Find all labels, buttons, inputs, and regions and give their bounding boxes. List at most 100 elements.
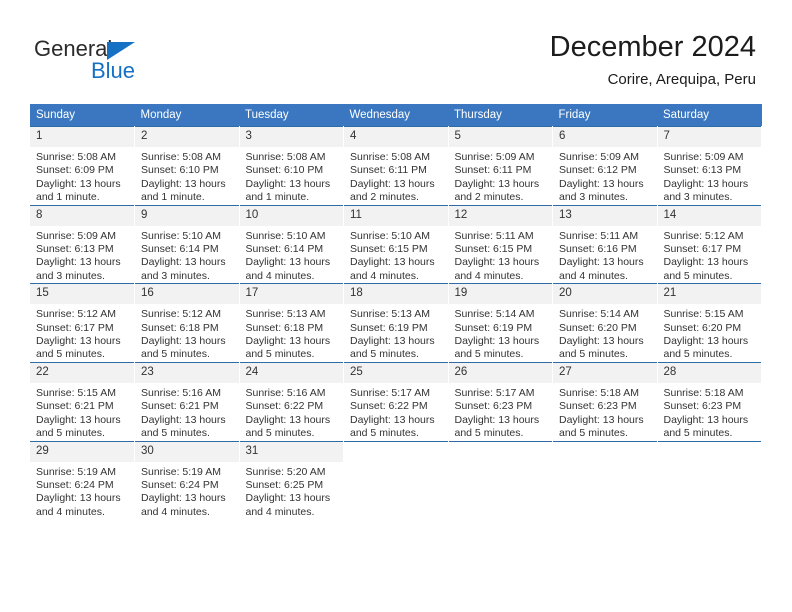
day-number: 8 xyxy=(30,205,134,226)
day-info: Sunrise: 5:14 AM Sunset: 6:20 PM Daylight:… xyxy=(553,304,657,362)
sunset-text: Sunset: 6:22 PM xyxy=(245,400,324,413)
day-info: Sunrise: 5:08 AM Sunset: 6:09 PM Daylight:… xyxy=(30,147,134,205)
day-cell[interactable]: 15 Sunrise: 5:12 AM Sunset: 6:17 PM Dayligh… xyxy=(30,283,135,363)
day-number: 7 xyxy=(657,127,761,147)
day-number: 26 xyxy=(448,362,552,383)
sunrise-text: Sunrise: 5:08 AM xyxy=(36,151,116,163)
page-title: December 2024 xyxy=(549,31,756,63)
day-info: Sunrise: 5:18 AM Sunset: 6:23 PM Daylight:… xyxy=(553,383,657,441)
day-cell[interactable]: 30 Sunrise: 5:19 AM Sunset: 6:24 PM Dayligh… xyxy=(134,440,240,520)
day-cell[interactable]: 11 Sunrise: 5:10 AM Sunset: 6:15 PM Dayligh… xyxy=(343,204,449,284)
day-cell[interactable]: 28 Sunrise: 5:18 AM Sunset: 6:23 PM Dayligh… xyxy=(657,361,762,441)
day-info: Sunrise: 5:15 AM Sunset: 6:20 PM Daylight:… xyxy=(658,304,762,362)
weekday-header-row: Sunday Monday Tuesday Wednesday Thursday… xyxy=(30,104,762,127)
day-number: 11 xyxy=(344,205,448,226)
day-cell[interactable]: 22 Sunrise: 5:15 AM Sunset: 6:21 PM Dayligh… xyxy=(30,361,135,441)
day-cell[interactable]: 20 Sunrise: 5:14 AM Sunset: 6:20 PM Dayligh… xyxy=(552,283,658,363)
sunrise-text: Sunrise: 5:15 AM xyxy=(663,308,744,321)
day-cell[interactable]: 13 Sunrise: 5:11 AM Sunset: 6:16 PM Dayligh… xyxy=(552,204,658,284)
sunrise-text: Sunrise: 5:20 AM xyxy=(245,465,326,478)
day-number: 6 xyxy=(553,127,657,147)
page-subtitle: Corire, Arequipa, Peru xyxy=(607,71,756,88)
day-info: Sunrise: 5:19 AM Sunset: 6:24 PM Daylight:… xyxy=(30,462,134,520)
daylight-text: Daylight: 13 hours and 5 minutes. xyxy=(663,413,749,440)
day-info: Sunrise: 5:11 AM Sunset: 6:15 PM Daylight:… xyxy=(449,226,553,284)
sunrise-text: Sunrise: 5:09 AM xyxy=(36,229,116,242)
sunset-text: Sunset: 6:18 PM xyxy=(141,321,219,334)
calendar-body: 1 Sunrise: 5:08 AM Sunset: 6:09 PM Daylight… xyxy=(30,126,762,520)
sunrise-text: Sunrise: 5:09 AM xyxy=(663,151,744,163)
sunset-text: Sunset: 6:09 PM xyxy=(36,164,114,177)
day-info: Sunrise: 5:09 AM Sunset: 6:13 PM Daylight:… xyxy=(658,147,762,205)
day-info: Sunrise: 5:10 AM Sunset: 6:14 PM Daylight:… xyxy=(240,226,344,284)
day-number xyxy=(553,441,657,462)
day-info: Sunrise: 5:09 AM Sunset: 6:12 PM Daylight:… xyxy=(553,147,657,205)
day-cell[interactable]: 31 Sunrise: 5:20 AM Sunset: 6:25 PM Dayligh… xyxy=(239,440,344,520)
weekday-header-monday: Monday xyxy=(134,104,239,127)
day-cell[interactable]: 9 Sunrise: 5:10 AM Sunset: 6:14 PM Daylight… xyxy=(134,204,240,284)
logo-text-blue: Blue xyxy=(91,58,136,83)
daylight-text: Daylight: 13 hours and 5 minutes. xyxy=(559,413,644,440)
sunrise-text: Sunrise: 5:19 AM xyxy=(141,465,221,478)
day-cell[interactable]: 16 Sunrise: 5:12 AM Sunset: 6:18 PM Dayligh… xyxy=(134,283,240,363)
day-cell[interactable]: 21 Sunrise: 5:15 AM Sunset: 6:20 PM Dayligh… xyxy=(657,283,762,363)
day-number: 1 xyxy=(30,127,134,147)
day-cell[interactable]: 23 Sunrise: 5:16 AM Sunset: 6:21 PM Dayligh… xyxy=(134,361,240,441)
daylight-text: Daylight: 13 hours and 4 minutes. xyxy=(559,256,644,282)
day-cell[interactable]: 29 Sunrise: 5:19 AM Sunset: 6:24 PM Dayligh… xyxy=(30,440,135,520)
day-number: 5 xyxy=(448,127,552,147)
daylight-text: Daylight: 13 hours and 5 minutes. xyxy=(36,335,121,361)
day-cell[interactable]: 19 Sunrise: 5:14 AM Sunset: 6:19 PM Dayligh… xyxy=(448,283,553,363)
sunrise-text: Sunrise: 5:17 AM xyxy=(454,386,535,399)
day-cell[interactable]: 4 Sunrise: 5:08 AM Sunset: 6:11 PM Daylight… xyxy=(343,126,449,206)
day-cell[interactable]: 24 Sunrise: 5:16 AM Sunset: 6:22 PM Dayligh… xyxy=(239,361,344,441)
day-cell[interactable]: 27 Sunrise: 5:18 AM Sunset: 6:23 PM Dayligh… xyxy=(552,361,658,441)
weekday-header-tuesday: Tuesday xyxy=(239,104,344,127)
day-cell[interactable]: 14 Sunrise: 5:12 AM Sunset: 6:17 PM Dayligh… xyxy=(657,204,762,284)
day-cell[interactable]: 5 Sunrise: 5:09 AM Sunset: 6:11 PM Daylight… xyxy=(448,126,553,206)
day-info: Sunrise: 5:09 AM Sunset: 6:13 PM Daylight:… xyxy=(30,226,134,284)
day-cell[interactable]: 3 Sunrise: 5:08 AM Sunset: 6:10 PM Daylight… xyxy=(239,126,344,206)
day-cell[interactable]: 1 Sunrise: 5:08 AM Sunset: 6:09 PM Daylight… xyxy=(30,126,135,206)
sunrise-text: Sunrise: 5:10 AM xyxy=(350,229,430,242)
day-cell[interactable]: 8 Sunrise: 5:09 AM Sunset: 6:13 PM Daylight… xyxy=(30,204,135,284)
day-cell[interactable]: 6 Sunrise: 5:09 AM Sunset: 6:12 PM Daylight… xyxy=(552,126,658,206)
page-header: General Blue December 2024 Corire, Arequ… xyxy=(0,0,792,100)
day-info: Sunrise: 5:14 AM Sunset: 6:19 PM Daylight:… xyxy=(449,304,553,362)
sunset-text: Sunset: 6:14 PM xyxy=(245,243,324,256)
sunset-text: Sunset: 6:15 PM xyxy=(350,243,428,256)
sunset-text: Sunset: 6:10 PM xyxy=(141,164,219,177)
daylight-text: Daylight: 13 hours and 4 minutes. xyxy=(245,492,331,518)
sunrise-text: Sunrise: 5:16 AM xyxy=(141,386,221,399)
day-cell[interactable]: 12 Sunrise: 5:11 AM Sunset: 6:15 PM Dayligh… xyxy=(448,204,553,284)
sunrise-text: Sunrise: 5:14 AM xyxy=(559,308,639,321)
day-info: Sunrise: 5:10 AM Sunset: 6:15 PM Daylight:… xyxy=(344,226,448,284)
day-cell[interactable]: 18 Sunrise: 5:13 AM Sunset: 6:19 PM Dayligh… xyxy=(343,283,449,363)
sunrise-text: Sunrise: 5:09 AM xyxy=(559,151,639,163)
day-number xyxy=(448,441,552,462)
sunrise-text: Sunrise: 5:12 AM xyxy=(663,229,744,242)
daylight-text: Daylight: 13 hours and 4 minutes. xyxy=(141,492,226,518)
daylight-text: Daylight: 13 hours and 5 minutes. xyxy=(663,335,749,361)
day-number: 14 xyxy=(657,205,761,226)
day-number: 2 xyxy=(135,127,239,147)
day-cell[interactable]: 10 Sunrise: 5:10 AM Sunset: 6:14 PM Dayligh… xyxy=(239,204,344,284)
sunrise-text: Sunrise: 5:12 AM xyxy=(36,308,116,321)
day-cell[interactable]: 25 Sunrise: 5:17 AM Sunset: 6:22 PM Dayligh… xyxy=(343,361,449,441)
sunset-text: Sunset: 6:21 PM xyxy=(141,400,219,413)
daylight-text: Daylight: 13 hours and 3 minutes. xyxy=(141,256,226,282)
title-block: December 2024 Corire, Arequipa, Peru xyxy=(550,30,756,90)
daylight-text: Daylight: 13 hours and 5 minutes. xyxy=(141,335,226,361)
sunrise-text: Sunrise: 5:08 AM xyxy=(141,151,221,163)
weekday-header-sunday: Sunday xyxy=(30,104,135,127)
sunset-text: Sunset: 6:13 PM xyxy=(36,243,114,256)
day-cell[interactable]: 26 Sunrise: 5:17 AM Sunset: 6:23 PM Dayligh… xyxy=(448,361,553,441)
daylight-text: Daylight: 13 hours and 5 minutes. xyxy=(350,413,435,440)
day-cell[interactable]: 7 Sunrise: 5:09 AM Sunset: 6:13 PM Daylight… xyxy=(657,126,762,206)
sunset-text: Sunset: 6:10 PM xyxy=(245,164,324,177)
day-cell[interactable]: 2 Sunrise: 5:08 AM Sunset: 6:10 PM Daylight… xyxy=(134,126,240,206)
day-info: Sunrise: 5:12 AM Sunset: 6:17 PM Daylight:… xyxy=(658,226,762,284)
day-cell[interactable]: 17 Sunrise: 5:13 AM Sunset: 6:18 PM Dayligh… xyxy=(239,283,344,363)
sunrise-text: Sunrise: 5:18 AM xyxy=(559,386,639,399)
sunrise-text: Sunrise: 5:08 AM xyxy=(245,151,326,163)
